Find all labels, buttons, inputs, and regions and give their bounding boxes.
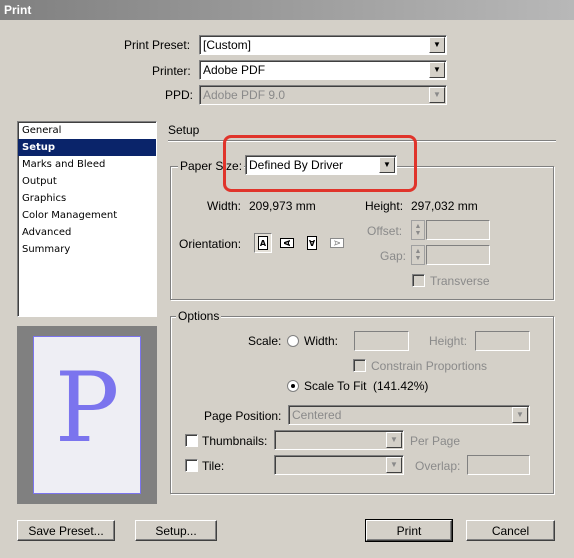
page-position-dropdown[interactable]: Centered ▼ xyxy=(288,405,530,425)
print-preset-value: [Custom] xyxy=(203,38,252,52)
print-button[interactable]: Print xyxy=(365,519,453,542)
save-preset-button[interactable]: Save Preset... xyxy=(17,520,115,541)
reverse-portrait-icon[interactable]: A xyxy=(303,233,321,253)
portrait-icon[interactable]: A xyxy=(254,233,272,253)
printer-value: Adobe PDF xyxy=(203,63,266,77)
window-title: Print xyxy=(4,3,32,17)
sidebar-item-output[interactable]: Output xyxy=(18,173,156,190)
svg-text:A: A xyxy=(260,239,267,248)
chevron-down-icon: ▼ xyxy=(386,457,402,473)
print-preset-label: Print Preset: xyxy=(124,38,191,52)
thumbnails-dropdown[interactable]: ▼ xyxy=(274,430,404,450)
chevron-down-icon: ▼ xyxy=(512,407,528,423)
paper-width-label: Width: xyxy=(207,199,242,213)
printer-dropdown[interactable]: Adobe PDF ▼ xyxy=(199,60,447,80)
scale-to-fit-radio[interactable] xyxy=(287,380,299,392)
options-legend: Options xyxy=(176,309,222,323)
print-preset-dropdown[interactable]: [Custom] ▼ xyxy=(199,35,447,55)
page-preview: P xyxy=(17,326,157,504)
sidebar-item-advanced[interactable]: Advanced xyxy=(18,224,156,241)
chevron-down-icon: ▼ xyxy=(386,432,402,448)
thumbnails-label: Thumbnails: xyxy=(202,434,268,448)
sidebar-item-marks-and-bleed[interactable]: Marks and Bleed xyxy=(18,156,156,173)
scale-width-field[interactable] xyxy=(354,331,409,351)
paper-height-label: Height: xyxy=(365,199,404,213)
chevron-down-icon: ▼ xyxy=(429,87,445,103)
orientation-label: Orientation: xyxy=(179,237,242,251)
scale-width-radio[interactable] xyxy=(287,335,299,347)
scale-to-fit-percentage: (141.42%) xyxy=(373,379,429,393)
transverse-label: Transverse xyxy=(430,274,490,288)
svg-text:A: A xyxy=(332,240,341,246)
offset-field[interactable] xyxy=(426,220,490,240)
gap-spinner[interactable]: ▲ ▼ xyxy=(411,245,425,265)
ppd-value: Adobe PDF 9.0 xyxy=(203,88,286,102)
page-position-label: Page Position: xyxy=(204,409,282,423)
overlap-label: Overlap: xyxy=(415,459,461,473)
paper-width-value: 209,973 mm xyxy=(249,199,316,213)
preview-page: P xyxy=(33,336,141,494)
thumbnails-checkbox[interactable] xyxy=(185,434,198,447)
overlap-field[interactable] xyxy=(467,455,530,475)
ppd-label: PPD: xyxy=(165,88,194,102)
highlight-annotation xyxy=(223,135,417,192)
scale-height-field[interactable] xyxy=(475,331,530,351)
offset-spinner[interactable]: ▲ ▼ xyxy=(411,220,425,240)
section-title: Setup xyxy=(168,123,200,137)
sidebar-item-color-management[interactable]: Color Management xyxy=(18,207,156,224)
title-bar: Print xyxy=(0,0,574,20)
category-list[interactable]: General Setup Marks and Bleed Output Gra… xyxy=(17,121,157,317)
sidebar-item-summary[interactable]: Summary xyxy=(18,241,156,258)
sidebar-item-general[interactable]: General xyxy=(18,122,156,139)
chevron-down-icon[interactable]: ▼ xyxy=(429,62,445,78)
per-page-label: Per Page xyxy=(410,434,461,448)
constrain-proportions-label: Constrain Proportions xyxy=(371,359,488,373)
sidebar-item-graphics[interactable]: Graphics xyxy=(18,190,156,207)
scale-to-fit-label: Scale To Fit xyxy=(304,379,367,393)
page-position-value: Centered xyxy=(292,408,342,422)
setup-button[interactable]: Setup... xyxy=(135,520,217,541)
cancel-button[interactable]: Cancel xyxy=(466,520,555,541)
paper-height-value: 297,032 mm xyxy=(411,199,478,213)
landscape-icon[interactable]: A xyxy=(278,233,296,253)
chevron-down-icon[interactable]: ▼ xyxy=(429,37,445,53)
scale-height-label: Height: xyxy=(429,334,468,348)
svg-text:A: A xyxy=(283,239,292,246)
scale-width-label: Width: xyxy=(304,334,339,348)
printer-label: Printer: xyxy=(152,64,191,78)
offset-label: Offset: xyxy=(367,224,403,238)
gap-field[interactable] xyxy=(426,245,490,265)
transverse-checkbox[interactable] xyxy=(412,274,425,287)
svg-text:A: A xyxy=(308,238,315,247)
constrain-proportions-checkbox[interactable] xyxy=(353,359,366,372)
tile-dropdown[interactable]: ▼ xyxy=(274,455,404,475)
tile-label: Tile: xyxy=(202,459,225,473)
gap-label: Gap: xyxy=(380,249,407,263)
ppd-dropdown[interactable]: Adobe PDF 9.0 ▼ xyxy=(199,85,447,105)
scale-label: Scale: xyxy=(248,334,282,348)
reverse-landscape-icon[interactable]: A xyxy=(328,233,346,253)
preview-letter: P xyxy=(54,352,120,464)
sidebar-item-setup[interactable]: Setup xyxy=(18,139,156,156)
tile-checkbox[interactable] xyxy=(185,459,198,472)
